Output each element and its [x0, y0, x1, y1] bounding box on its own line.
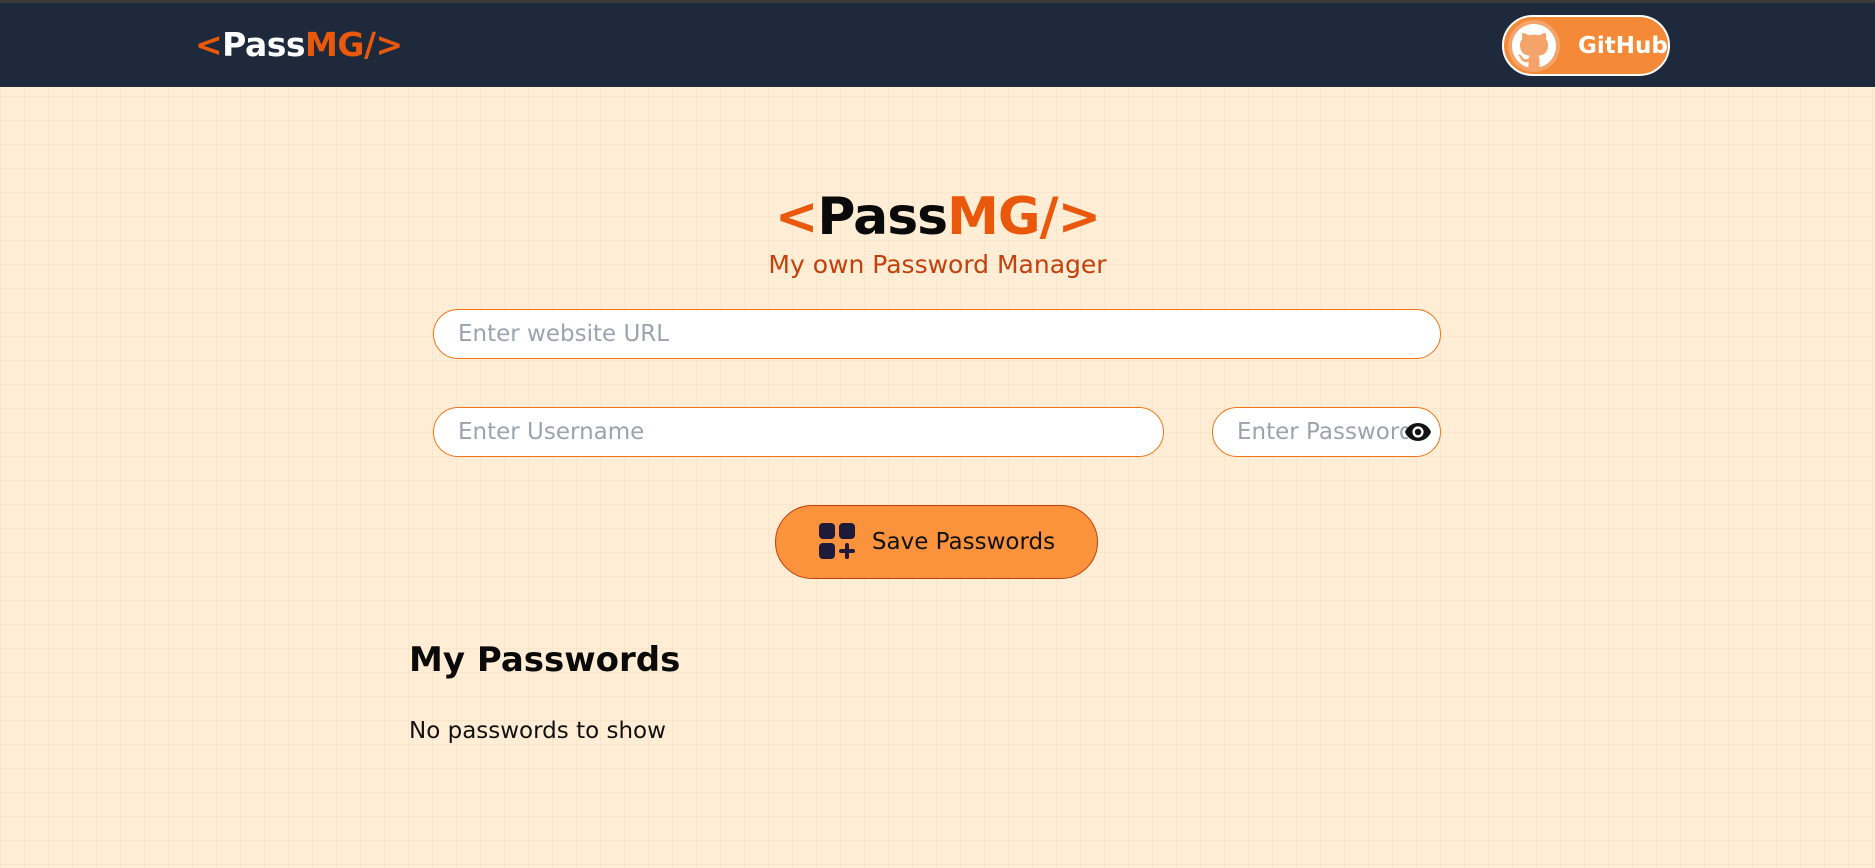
hero-name-part1: Pass: [817, 187, 948, 247]
github-button[interactable]: GitHub: [1502, 15, 1670, 76]
add-grid-icon: [818, 522, 858, 562]
hero-title: <PassMG/>: [0, 182, 1875, 252]
top-navbar: <PassMG/> GitHub: [0, 3, 1875, 87]
logo-close-bracket: >: [375, 25, 404, 64]
hero-open-bracket: <: [774, 187, 819, 247]
empty-passwords-message: No passwords to show: [409, 718, 666, 744]
hero-name-part2: MG/: [947, 187, 1058, 247]
github-label: GitHub: [1578, 32, 1668, 59]
logo-name-part2: MG/: [305, 25, 376, 64]
website-url-input[interactable]: [433, 309, 1441, 359]
save-passwords-label: Save Passwords: [871, 529, 1056, 555]
logo-open-bracket: <: [195, 25, 223, 64]
my-passwords-heading: My Passwords: [409, 640, 681, 680]
hero-subtitle: My own Password Manager: [768, 250, 1107, 279]
hero-close-bracket: >: [1057, 187, 1102, 247]
nav-logo[interactable]: <PassMG/>: [195, 25, 403, 65]
eye-icon[interactable]: [1403, 419, 1433, 445]
save-passwords-button[interactable]: Save Passwords: [775, 505, 1098, 579]
username-input[interactable]: [433, 407, 1164, 457]
logo-name-part1: Pass: [222, 25, 306, 64]
password-input[interactable]: [1213, 408, 1408, 455]
password-field: [1212, 407, 1441, 457]
github-icon: [1508, 19, 1560, 72]
